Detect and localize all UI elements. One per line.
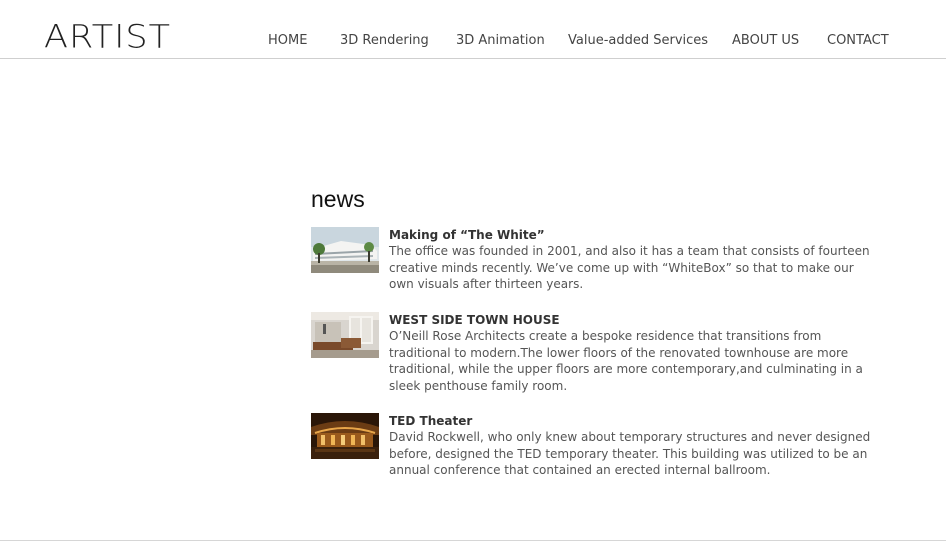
news-item-title[interactable]: Making of “The White”	[389, 227, 879, 243]
site-logo[interactable]: ARTIST	[44, 21, 171, 54]
news-item-title[interactable]: TED Theater	[389, 413, 879, 429]
theater-render-image	[311, 413, 379, 459]
nav-contact[interactable]: CONTACT	[827, 33, 889, 48]
interior-render-image	[311, 312, 379, 358]
news-item-text: The office was founded in 2001, and also…	[389, 244, 870, 292]
page-title: news	[311, 186, 365, 212]
news-item-text: David Rockwell, who only knew about temp…	[389, 430, 871, 478]
news-thumbnail-image[interactable]	[311, 227, 379, 273]
news-item-text: O’Neill Rose Architects create a bespoke…	[389, 329, 863, 393]
footer-divider	[0, 540, 946, 541]
news-item-body: TED Theater David Rockwell, who only kne…	[389, 413, 879, 479]
architecture-render-image	[311, 227, 379, 273]
news-item-body: WEST SIDE TOWN HOUSE O’Neill Rose Archit…	[389, 312, 879, 394]
news-thumbnail-image[interactable]	[311, 413, 379, 459]
site-header: ARTIST HOME 3D Rendering 3D Animation Va…	[0, 0, 946, 59]
nav-3d-rendering[interactable]: 3D Rendering	[340, 33, 429, 48]
news-item-title[interactable]: WEST SIDE TOWN HOUSE	[389, 312, 879, 328]
nav-home[interactable]: HOME	[268, 33, 307, 48]
news-thumbnail-image[interactable]	[311, 312, 379, 358]
nav-value-added-services[interactable]: Value-added Services	[568, 33, 708, 48]
news-item-body: Making of “The White” The office was fou…	[389, 227, 879, 293]
nav-3d-animation[interactable]: 3D Animation	[456, 33, 545, 48]
nav-about-us[interactable]: ABOUT US	[732, 33, 799, 48]
